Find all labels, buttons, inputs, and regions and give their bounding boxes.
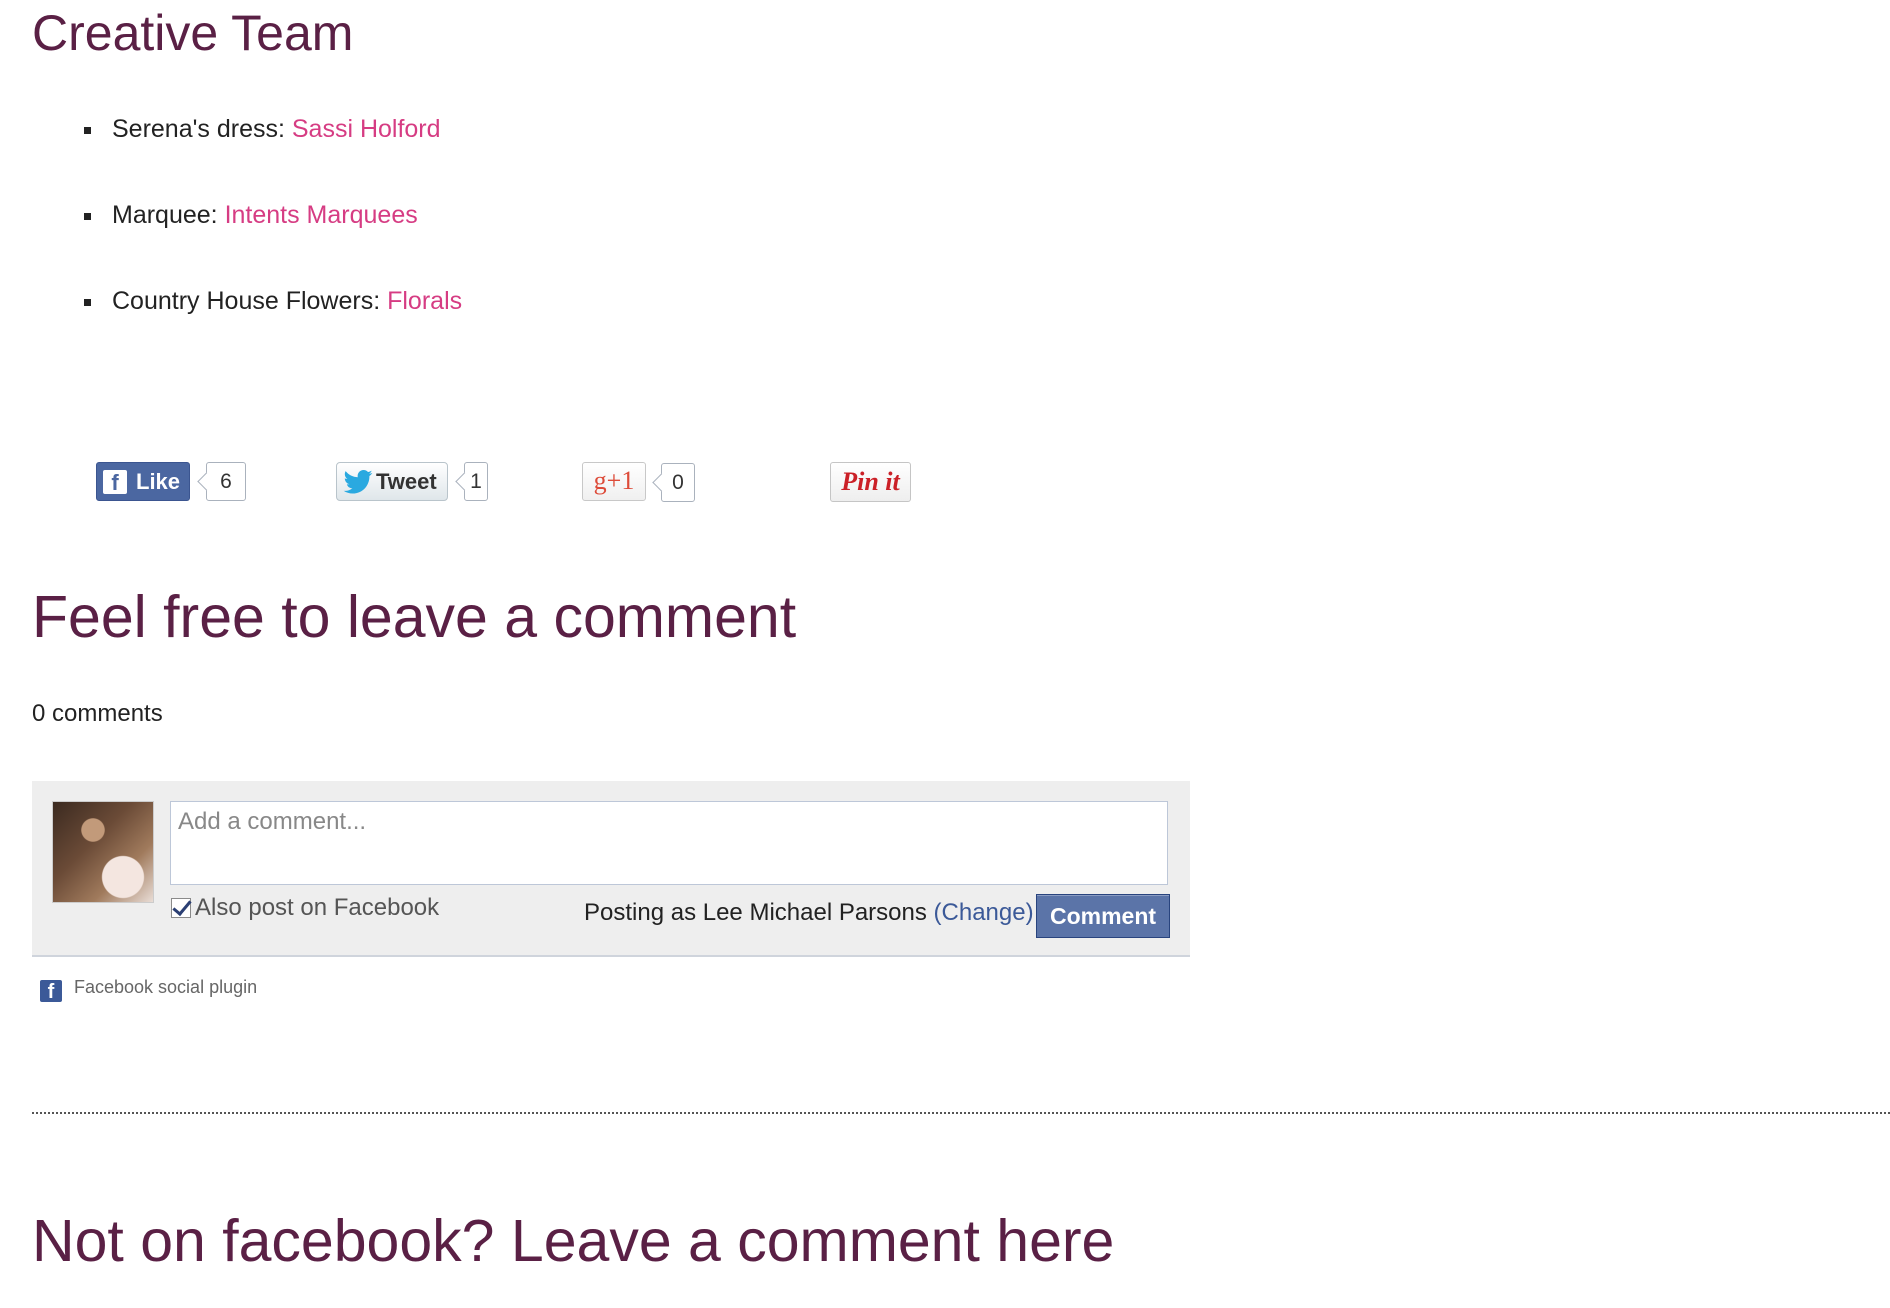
credit-label: Serena's dress: xyxy=(112,115,292,143)
also-post-checkbox[interactable] xyxy=(171,898,191,918)
alt-comments-heading: Not on facebook? Leave a comment here xyxy=(32,1208,1115,1274)
credit-link-intents-marquees[interactable]: Intents Marquees xyxy=(225,201,418,229)
tweet-label: Tweet xyxy=(376,469,437,494)
comments-count: 0 comments xyxy=(32,700,163,727)
comment-input[interactable] xyxy=(170,801,1168,885)
change-account-link[interactable]: (Change) xyxy=(934,899,1034,926)
credit-label: Marquee: xyxy=(112,201,225,229)
tweet-button[interactable]: Tweet xyxy=(336,462,448,501)
facebook-like-button[interactable]: f Like xyxy=(96,462,190,501)
comment-submit-button[interactable]: Comment xyxy=(1036,894,1170,938)
list-item: Serena's dress: Sassi Holford xyxy=(84,112,462,198)
facebook-f-icon: f xyxy=(40,980,62,1003)
also-post-on-facebook[interactable]: Also post on Facebook xyxy=(171,893,439,923)
credit-link-sassi-holford[interactable]: Sassi Holford xyxy=(292,115,441,143)
bullet-icon xyxy=(84,127,91,134)
plugin-note-label: Facebook social plugin xyxy=(74,977,258,997)
list-item: Country House Flowers: Florals xyxy=(84,284,462,370)
credit-link-florals[interactable]: Florals xyxy=(387,287,462,315)
posting-as-prefix: Posting as Lee Michael Parsons xyxy=(584,899,934,926)
avatar xyxy=(52,801,154,903)
facebook-f-icon: f xyxy=(103,470,127,495)
creative-team-heading: Creative Team xyxy=(32,5,354,61)
facebook-like-label: Like xyxy=(136,469,181,494)
facebook-plugin-note: f Facebook social plugin xyxy=(40,975,258,1003)
creative-team-list: Serena's dress: Sassi Holford Marquee: I… xyxy=(84,112,462,370)
facebook-like-count: 6 xyxy=(206,462,246,501)
bullet-icon xyxy=(84,299,91,306)
page: Creative Team Serena's dress: Sassi Holf… xyxy=(0,0,1890,1308)
list-item: Marquee: Intents Marquees xyxy=(84,198,462,284)
credit-label: Country House Flowers: xyxy=(112,287,388,315)
dotted-divider xyxy=(32,1112,1890,1114)
tweet-count: 1 xyxy=(464,462,488,501)
twitter-bird-icon xyxy=(343,470,373,494)
comments-heading: Feel free to leave a comment xyxy=(32,584,797,650)
pin-it-button[interactable]: Pin it xyxy=(830,462,911,502)
bullet-icon xyxy=(84,213,91,220)
also-post-label: Also post on Facebook xyxy=(195,894,440,921)
facebook-comment-box: Also post on Facebook Posting as Lee Mic… xyxy=(32,781,1190,957)
google-plus-button[interactable]: g+1 xyxy=(582,462,646,501)
google-plus-count: 0 xyxy=(661,463,695,502)
posting-as-text: Posting as Lee Michael Parsons (Change) xyxy=(584,898,1034,928)
